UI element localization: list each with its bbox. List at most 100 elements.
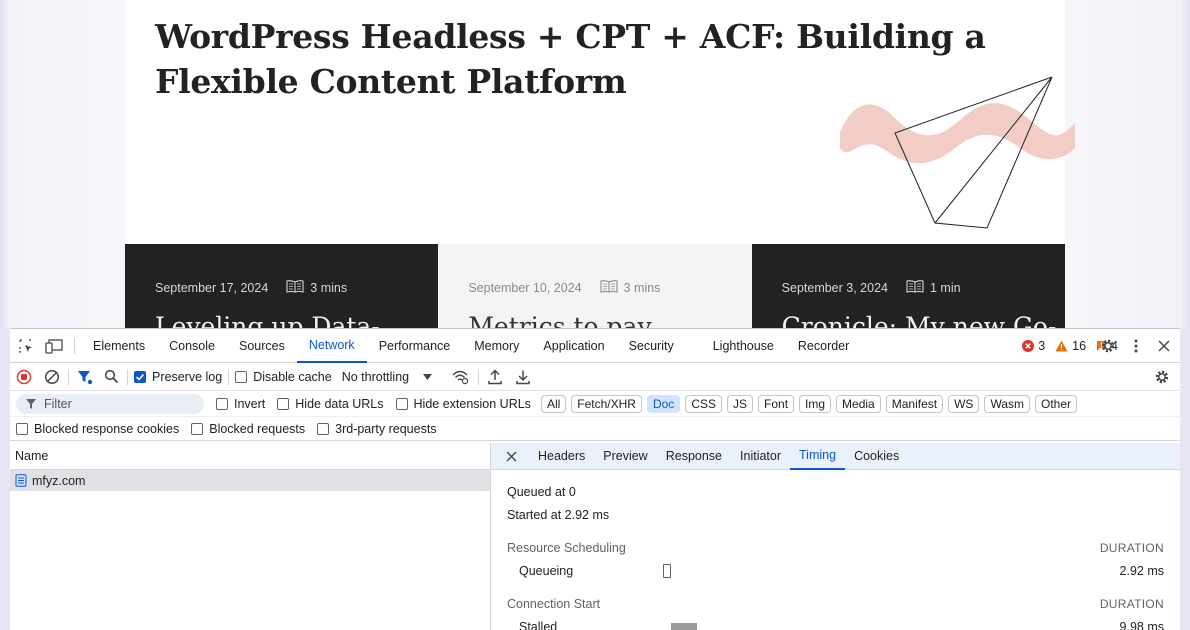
hide-data-urls-checkbox[interactable]: Hide data URLs	[277, 397, 384, 411]
post-card[interactable]: September 10, 2024 3 mins Metrics to pay	[438, 244, 752, 328]
post-date: September 3, 2024	[781, 280, 888, 295]
post-title[interactable]: Leveling up Data-	[155, 312, 380, 328]
checkbox-icon[interactable]	[395, 397, 408, 410]
error-icon	[1022, 340, 1035, 352]
type-filter-img[interactable]: Img	[799, 394, 832, 413]
tab-cookies[interactable]: Cookies	[845, 443, 908, 470]
export-har-icon[interactable]	[513, 367, 533, 387]
device-toolbar-icon[interactable]	[44, 336, 64, 356]
tab-timing[interactable]: Timing	[790, 443, 846, 470]
tab-preview[interactable]: Preview	[594, 443, 656, 470]
request-list: Name mfyz.com	[10, 443, 491, 630]
post-read-time: 3 mins	[623, 280, 661, 295]
tab-elements[interactable]: Elements	[81, 329, 157, 363]
invert-checkbox[interactable]: Invert	[216, 397, 265, 411]
tab-lighthouse[interactable]: Lighthouse	[701, 329, 786, 363]
type-filter-css[interactable]: CSS	[685, 394, 722, 413]
error-count[interactable]: 3	[1022, 339, 1045, 353]
type-filter-wasm[interactable]: Wasm	[984, 394, 1030, 413]
post-card[interactable]: September 3, 2024 1 min Cronicle: My new…	[751, 244, 1065, 328]
table-row[interactable]: mfyz.com	[10, 470, 490, 491]
timing-label: Stalled	[519, 619, 558, 630]
type-filter-font[interactable]: Font	[758, 394, 795, 413]
tab-application[interactable]: Application	[531, 329, 616, 363]
post-date: September 10, 2024	[468, 280, 582, 295]
close-devtools-icon[interactable]	[1154, 336, 1174, 356]
filter-bar: Filter Invert Hide data URLs Hide extens…	[10, 391, 1180, 417]
checkbox-icon[interactable]	[317, 422, 330, 435]
blocked-response-cookies-checkbox[interactable]: Blocked response cookies	[16, 422, 179, 436]
tab-memory[interactable]: Memory	[462, 329, 531, 363]
book-icon	[600, 279, 618, 296]
type-filter-js[interactable]: JS	[727, 394, 754, 413]
checkbox-icon[interactable]	[277, 397, 290, 410]
clear-icon[interactable]	[42, 367, 62, 387]
post-card[interactable]: September 17, 2024 3 mins Leveling up Da…	[125, 244, 439, 328]
post-read-time: 1 min	[929, 280, 961, 295]
devtools-panel: Elements Console Sources Network Perform…	[10, 328, 1180, 630]
post-meta: September 3, 2024 1 min	[782, 279, 961, 296]
section-resource-scheduling: Resource Scheduling DURATION	[507, 536, 1164, 559]
throttling-select[interactable]: No throttling	[342, 370, 433, 384]
checkbox-checked-icon[interactable]	[134, 370, 146, 383]
tab-recorder[interactable]: Recorder	[786, 329, 861, 363]
tab-security[interactable]: Security	[617, 329, 686, 363]
network-panes: Name mfyz.com Headers Preview Response I…	[10, 443, 1180, 630]
tab-headers[interactable]: Headers	[529, 443, 594, 470]
import-har-icon[interactable]	[485, 367, 505, 387]
network-toolbar: Preserve log Disable cache No throttling	[10, 363, 1180, 391]
checkbox-icon[interactable]	[216, 397, 228, 410]
dropdown-arrow-icon	[423, 373, 433, 380]
type-filter-fetch-xhr[interactable]: Fetch/XHR	[571, 394, 642, 413]
tab-console[interactable]: Console	[157, 329, 227, 363]
duration-header: DURATION	[1099, 540, 1164, 555]
type-filter-manifest[interactable]: Manifest	[885, 394, 944, 413]
post-read-time: 3 mins	[310, 280, 348, 295]
timing-row-queueing: Queueing 2.92 ms	[507, 559, 1164, 582]
tab-sources[interactable]: Sources	[227, 329, 297, 363]
tab-network[interactable]: Network	[296, 329, 367, 363]
search-icon[interactable]	[101, 367, 121, 387]
type-filter-media[interactable]: Media	[836, 394, 881, 413]
checkbox-icon[interactable]	[235, 370, 248, 383]
tab-initiator[interactable]: Initiator	[731, 443, 790, 470]
timing-label: Queueing	[519, 563, 574, 578]
close-detail-icon[interactable]	[501, 446, 521, 466]
column-header-name[interactable]: Name	[10, 443, 490, 470]
type-filter-other[interactable]: Other	[1035, 394, 1078, 413]
checkbox-icon[interactable]	[191, 422, 204, 435]
document-icon	[15, 474, 27, 487]
type-filter-doc[interactable]: Doc	[646, 394, 681, 413]
tab-performance[interactable]: Performance	[367, 329, 463, 363]
blocked-requests-checkbox[interactable]: Blocked requests	[191, 422, 305, 436]
hide-extension-urls-checkbox[interactable]: Hide extension URLs	[395, 397, 531, 411]
request-detail: Headers Preview Response Initiator Timin…	[491, 443, 1180, 630]
paper-plane-illustration	[840, 76, 1075, 229]
post-title[interactable]: Metrics to pay	[468, 312, 651, 328]
record-stop-icon[interactable]	[14, 367, 34, 387]
preserve-log-checkbox[interactable]: Preserve log	[134, 370, 222, 384]
type-filter-all[interactable]: All	[540, 394, 567, 413]
network-conditions-icon[interactable]	[450, 367, 470, 387]
request-name: mfyz.com	[32, 473, 86, 488]
detail-tabs: Headers Preview Response Initiator Timin…	[491, 443, 1180, 470]
post-cards: September 17, 2024 3 mins Leveling up Da…	[125, 244, 1065, 328]
funnel-icon	[26, 398, 36, 409]
more-options-icon[interactable]	[1126, 336, 1146, 356]
tab-response[interactable]: Response	[657, 443, 731, 470]
timing-bar	[663, 564, 671, 578]
devtools-tabbar: Elements Console Sources Network Perform…	[10, 329, 1180, 363]
third-party-requests-checkbox[interactable]: 3rd-party requests	[317, 422, 437, 436]
checkbox-icon[interactable]	[16, 422, 28, 435]
separator	[478, 368, 480, 385]
inspect-element-icon[interactable]	[16, 336, 36, 356]
warning-count[interactable]: 16	[1055, 339, 1086, 353]
filter-toggle-icon[interactable]	[75, 367, 95, 387]
timing-row-stalled: Stalled 9.98 ms	[507, 615, 1164, 630]
filter-input[interactable]: Filter	[16, 393, 204, 414]
settings-gear-icon[interactable]	[1098, 336, 1118, 356]
post-title[interactable]: Cronicle: My new Go-	[782, 312, 1057, 328]
disable-cache-checkbox[interactable]: Disable cache	[235, 370, 332, 384]
network-settings-icon[interactable]	[1152, 367, 1172, 387]
type-filter-ws[interactable]: WS	[948, 394, 980, 413]
